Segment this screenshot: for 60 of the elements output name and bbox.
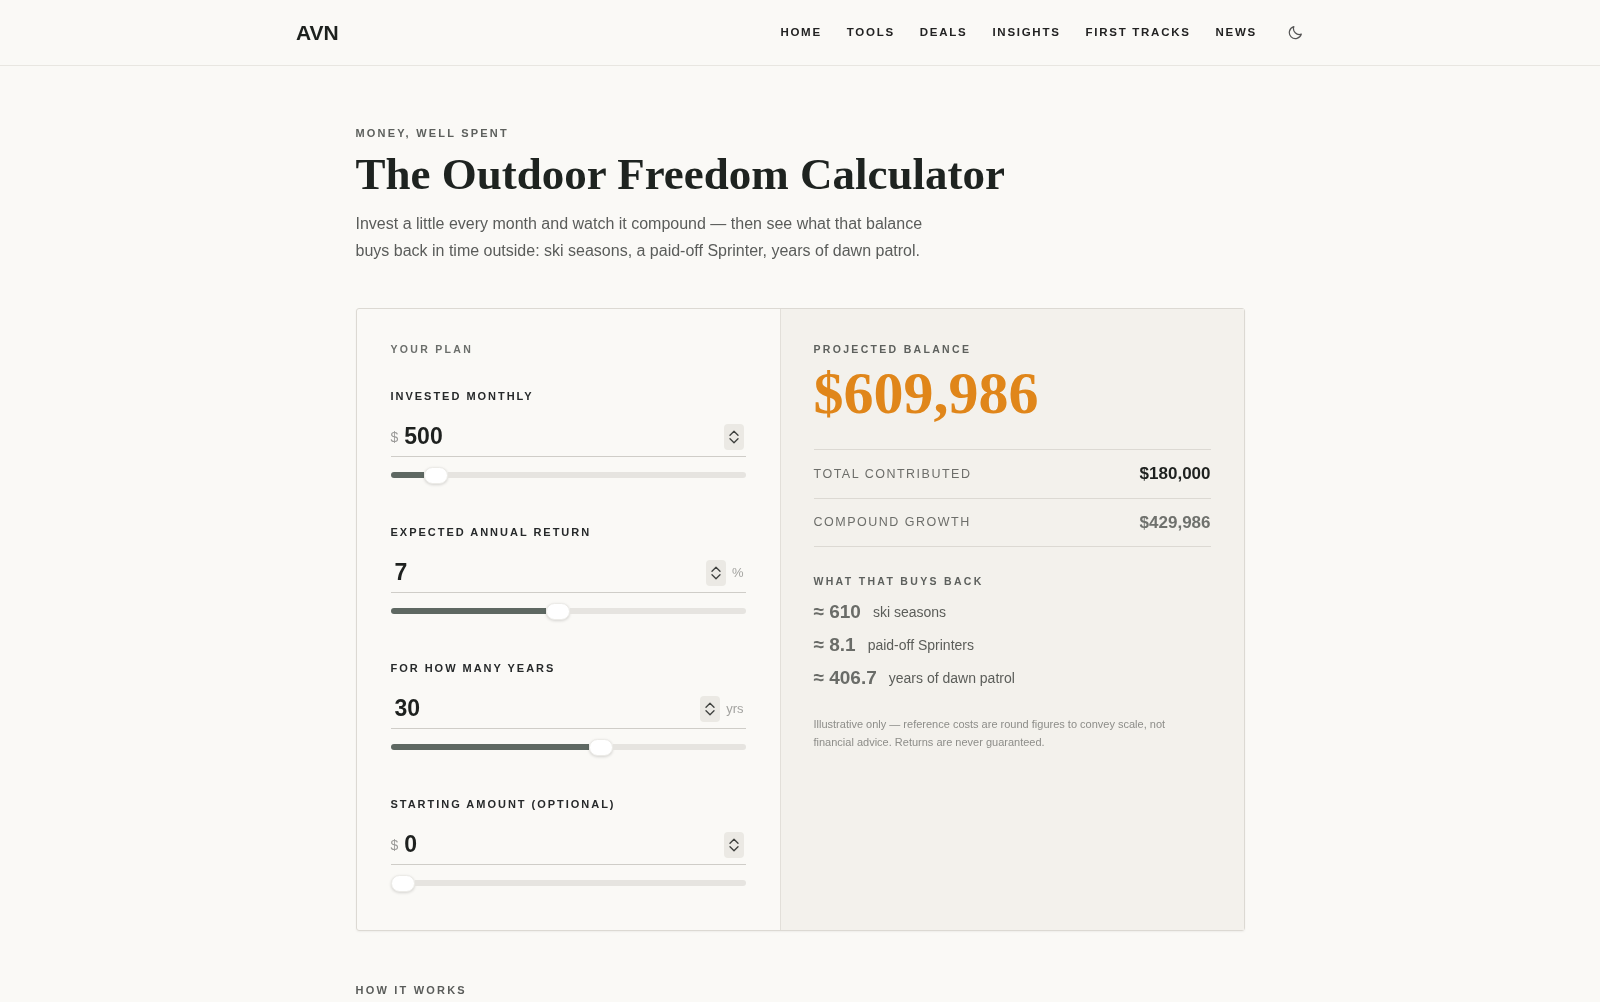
slider-track[interactable] — [390, 602, 746, 620]
approx-label: ski seasons — [872, 603, 947, 622]
slider-thumb[interactable] — [390, 874, 415, 892]
slider-track[interactable] — [390, 466, 746, 484]
chevron-up-icon — [728, 429, 739, 436]
slider-thumb[interactable] — [546, 602, 571, 620]
nav-link[interactable]: INSIGHTS — [992, 23, 1061, 42]
number-input[interactable]: 7 — [390, 555, 700, 590]
number-input[interactable]: 0 — [404, 827, 718, 862]
chevron-up-icon — [705, 701, 716, 708]
summary-value: $180,000 — [1139, 463, 1211, 486]
page-title: The Outdoor Freedom Calculator — [355, 148, 1007, 201]
theme-toggle-button[interactable] — [1286, 23, 1304, 42]
chevron-down-icon — [710, 573, 721, 580]
approx-label: paid-off Sprinters — [867, 636, 974, 655]
nav-link[interactable]: NEWS — [1215, 23, 1257, 42]
field-label: EXPECTED ANNUAL RETURN — [390, 525, 593, 539]
slider-thumb[interactable] — [589, 738, 614, 756]
approx-amount: ≈ 406.7 — [813, 666, 877, 691]
unit-suffix: % — [731, 563, 744, 582]
nav-link[interactable]: DEALS — [919, 23, 968, 42]
chevron-down-icon — [728, 437, 739, 444]
number-input[interactable]: 30 — [390, 691, 695, 726]
chevron-up-icon — [728, 837, 739, 844]
intro-text: Invest a little every month and watch it compound — then see what that balance buys back in time outside: ski seasons, a paid-off Sprinter, years of dawn patrol. — [355, 214, 924, 261]
slider-track[interactable] — [390, 738, 746, 756]
increment-button[interactable] — [723, 831, 744, 845]
currency-prefix: $ — [390, 428, 399, 447]
slider-thumb[interactable] — [423, 466, 448, 484]
summary-label: TOTAL CONTRIBUTED — [813, 465, 972, 483]
disclaimer-text: Illustrative only — reference costs are round figures to convey scale, not financial advice. Returns are never guaranteed. — [813, 717, 1167, 750]
site-logo[interactable]: AVN — [296, 16, 339, 49]
nav-link[interactable]: HOME — [780, 23, 822, 42]
nav-link[interactable]: TOOLS — [846, 23, 895, 42]
approx-amount: ≈ 610 — [813, 600, 861, 625]
unit-suffix: yrs — [726, 699, 744, 718]
section-label: YOUR PLAN — [390, 342, 475, 356]
summary-value: $429,986 — [1139, 511, 1211, 534]
field-label: INVESTED MONTHLY — [390, 389, 535, 403]
chevron-down-icon — [705, 709, 716, 716]
section-heading: HOW IT WORKS — [355, 983, 468, 997]
increment-button[interactable] — [723, 423, 744, 437]
approx-amount: ≈ 8.1 — [813, 633, 856, 658]
eyebrow-text: MONEY, WELL SPENT — [355, 126, 510, 140]
balance-amount: $609,986 — [813, 362, 1040, 424]
nav-link[interactable]: FIRST TRACKS — [1085, 23, 1191, 42]
section-label: WHAT THAT BUYS BACK — [813, 574, 985, 588]
approx-label: years of dawn patrol — [888, 669, 1015, 688]
currency-prefix: $ — [390, 836, 399, 855]
number-input[interactable]: 500 — [404, 419, 718, 454]
moon-icon — [1287, 25, 1303, 40]
increment-button[interactable] — [700, 695, 721, 709]
increment-button[interactable] — [705, 559, 726, 573]
field-label: FOR HOW MANY YEARS — [390, 661, 557, 675]
chevron-down-icon — [728, 845, 739, 852]
field-label: STARTING AMOUNT (OPTIONAL) — [390, 797, 617, 811]
summary-label: COMPOUND GROWTH — [813, 514, 971, 532]
slider-track[interactable] — [390, 874, 746, 892]
section-label: PROJECTED BALANCE — [813, 342, 973, 356]
chevron-up-icon — [710, 565, 721, 572]
